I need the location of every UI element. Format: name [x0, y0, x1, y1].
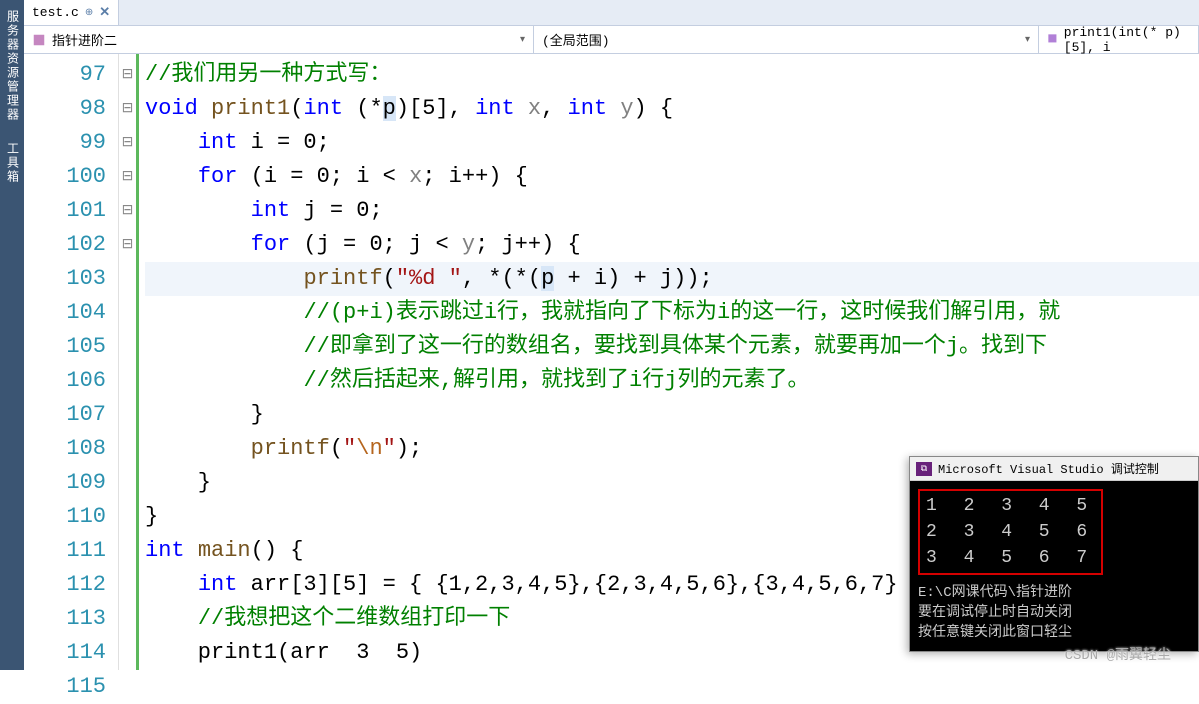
vertical-toolbar: 服务器资源管理器 工具箱 — [0, 0, 24, 670]
console-title: Microsoft Visual Studio 调试控制 — [938, 460, 1159, 477]
console-info: E:\C网课代码\指针进阶 要在调试停止时自动关闭 按任意键关闭此窗口轻尘 — [918, 583, 1190, 643]
fold-column[interactable]: ⊟⊟⊟⊟⊟⊟ — [119, 54, 139, 670]
watermark: CSDN @雨翼轻尘 — [1065, 644, 1171, 664]
console-body: 1 2 3 4 5 2 3 4 5 6 3 4 5 6 7 E:\C网课代码\指… — [910, 481, 1198, 651]
symbol-dropdown[interactable]: print1(int(* p)[5], i — [1039, 26, 1199, 53]
output-line: 2 3 4 5 6 — [926, 519, 1095, 545]
filter-label: (全局范围) — [542, 30, 610, 49]
navigation-bar: 指针进阶二 ▾ (全局范围) ▾ print1(int(* p)[5], i — [24, 26, 1199, 54]
module-icon — [32, 33, 46, 47]
console-output: 1 2 3 4 5 2 3 4 5 6 3 4 5 6 7 — [918, 489, 1103, 575]
toolbox-tab[interactable]: 工具箱 — [4, 142, 21, 184]
chevron-down-icon: ▾ — [520, 34, 525, 46]
vs-logo-icon: ⧉ — [916, 462, 932, 476]
console-titlebar[interactable]: ⧉ Microsoft Visual Studio 调试控制 — [910, 457, 1198, 481]
tab-filename: test.c — [32, 5, 79, 20]
pin-icon[interactable]: ⊕ — [85, 7, 93, 19]
function-icon — [1047, 33, 1058, 47]
line-numbers: 9798991001011021031041051061071081091101… — [24, 54, 119, 670]
output-line: 3 4 5 6 7 — [926, 545, 1095, 571]
symbol-label: print1(int(* p)[5], i — [1064, 25, 1190, 55]
close-icon[interactable]: ✕ — [99, 5, 110, 20]
tab-bar: test.c ⊕ ✕ — [24, 0, 1199, 26]
filter-dropdown[interactable]: (全局范围) ▾ — [534, 26, 1039, 53]
chevron-down-icon: ▾ — [1025, 34, 1030, 46]
file-tab[interactable]: test.c ⊕ ✕ — [24, 0, 119, 25]
scope-dropdown[interactable]: 指针进阶二 ▾ — [24, 26, 534, 53]
scope-label: 指针进阶二 — [52, 30, 117, 49]
server-explorer-tab[interactable]: 服务器资源管理器 — [4, 10, 21, 122]
output-line: 1 2 3 4 5 — [926, 493, 1095, 519]
debug-console: ⧉ Microsoft Visual Studio 调试控制 1 2 3 4 5… — [909, 456, 1199, 652]
